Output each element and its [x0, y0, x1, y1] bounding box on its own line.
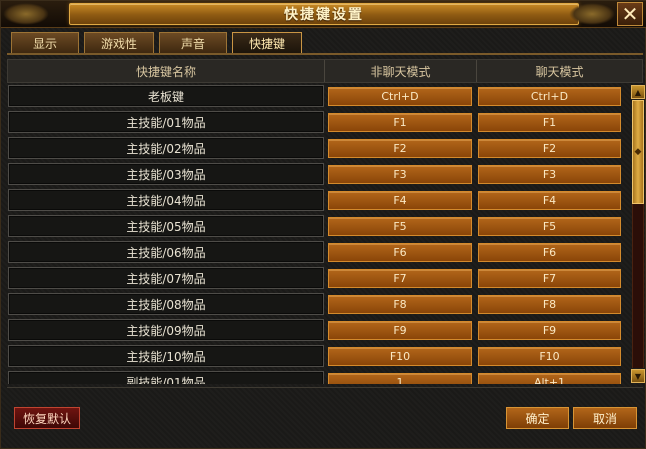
bottom-divider: [7, 387, 643, 388]
shortcut-name: 老板键: [8, 85, 324, 107]
cancel-button[interactable]: 取消: [573, 407, 637, 429]
chat-mode-key[interactable]: F9: [478, 321, 621, 340]
shortcut-name: 主技能/07物品: [8, 267, 324, 289]
chat-mode-key[interactable]: F6: [478, 243, 621, 262]
ok-button[interactable]: 确定: [506, 407, 569, 429]
table-row: 主技能/01物品 F1 F1: [7, 111, 627, 133]
table-row: 主技能/04物品 F4 F4: [7, 189, 627, 211]
shortcut-name: 主技能/02物品: [8, 137, 324, 159]
normal-mode-key[interactable]: F2: [328, 139, 472, 158]
normal-mode-key[interactable]: F1: [328, 113, 472, 132]
tab-gameplay[interactable]: 游戏性: [84, 32, 154, 53]
shortcut-name: 主技能/08物品: [8, 293, 324, 315]
normal-mode-key[interactable]: F4: [328, 191, 472, 210]
chat-mode-key[interactable]: F3: [478, 165, 621, 184]
arrow-up-icon: ▲: [634, 87, 642, 97]
shortcut-name: 主技能/06物品: [8, 241, 324, 263]
table-row: 主技能/03物品 F3 F3: [7, 163, 627, 185]
table-row: 主技能/09物品 F9 F9: [7, 319, 627, 341]
normal-mode-key[interactable]: F3: [328, 165, 472, 184]
chat-mode-key[interactable]: F4: [478, 191, 621, 210]
window-title: 快捷键设置: [284, 7, 364, 23]
table-header: 快捷键名称 非聊天模式 聊天模式: [7, 59, 643, 83]
normal-mode-key[interactable]: F6: [328, 243, 472, 262]
table-row: 老板键 Ctrl+D Ctrl+D: [7, 85, 627, 107]
normal-mode-key[interactable]: F10: [328, 347, 472, 366]
chat-mode-key[interactable]: F8: [478, 295, 621, 314]
header-name: 快捷键名称: [8, 60, 325, 82]
tab-sound[interactable]: 声音: [159, 32, 227, 53]
arrow-down-icon: ▼: [634, 371, 642, 381]
tab-label: 快捷键: [248, 36, 285, 51]
tab-shortcuts[interactable]: 快捷键: [232, 32, 302, 53]
chat-mode-key[interactable]: F5: [478, 217, 621, 236]
chat-mode-key[interactable]: F2: [478, 139, 621, 158]
shortcut-name: 主技能/09物品: [8, 319, 324, 341]
header-chat-mode: 聊天模式: [535, 64, 584, 79]
chat-mode-key[interactable]: Ctrl+D: [478, 87, 621, 106]
header-normal-mode: 非聊天模式: [325, 60, 477, 82]
close-icon: ✕: [621, 2, 639, 26]
shortcut-name: 主技能/01物品: [8, 111, 324, 133]
tab-display[interactable]: 显示: [11, 32, 79, 53]
chat-mode-key[interactable]: F10: [478, 347, 621, 366]
shortcut-name: 主技能/10物品: [8, 345, 324, 367]
scrollbar-thumb[interactable]: ◆: [632, 100, 644, 204]
shortcut-name: 主技能/04物品: [8, 189, 324, 211]
normal-mode-key[interactable]: F8: [328, 295, 472, 314]
grip-icon: ◆: [634, 146, 642, 157]
table-row: 主技能/08物品 F8 F8: [7, 293, 627, 315]
tab-label: 游戏性: [100, 36, 137, 51]
chat-mode-key[interactable]: F7: [478, 269, 621, 288]
tab-divider: [7, 53, 643, 55]
shortcut-list: 老板键 Ctrl+D Ctrl+D 主技能/01物品 F1 F1 主技能/02物…: [7, 85, 627, 384]
normal-mode-key[interactable]: Ctrl+D: [328, 87, 472, 106]
tab-bar: 显示 游戏性 声音 快捷键: [11, 32, 302, 53]
scroll-down-button[interactable]: ▼: [631, 369, 645, 383]
tab-label: 显示: [32, 36, 57, 51]
shortcut-name: 主技能/03物品: [8, 163, 324, 185]
table-row: 主技能/07物品 F7 F7: [7, 267, 627, 289]
table-row: 主技能/06物品 F6 F6: [7, 241, 627, 263]
shortcut-settings-window: 快捷键设置 ✕ 显示 游戏性 声音 快捷键 快捷键名称 非聊天模式 聊天模式 老…: [0, 0, 646, 449]
chat-mode-key[interactable]: Alt+1: [478, 373, 621, 384]
restore-defaults-button[interactable]: 恢复默认: [14, 407, 80, 429]
table-row: 副技能/01物品 1 Alt+1: [7, 371, 627, 384]
table-row: 主技能/02物品 F2 F2: [7, 137, 627, 159]
title-ornament-right: [569, 3, 615, 25]
shortcut-name: 主技能/05物品: [8, 215, 324, 237]
title-plate: 快捷键设置: [69, 3, 579, 25]
tab-label: 声音: [180, 36, 205, 51]
scroll-up-button[interactable]: ▲: [631, 85, 645, 99]
title-bar: 快捷键设置 ✕: [1, 1, 646, 28]
normal-mode-key[interactable]: F5: [328, 217, 472, 236]
shortcut-name: 副技能/01物品: [8, 371, 324, 384]
close-button[interactable]: ✕: [617, 2, 643, 26]
chat-mode-key[interactable]: F1: [478, 113, 621, 132]
normal-mode-key[interactable]: F7: [328, 269, 472, 288]
normal-mode-key[interactable]: 1: [328, 373, 472, 384]
table-row: 主技能/10物品 F10 F10: [7, 345, 627, 367]
title-ornament-left: [3, 3, 49, 25]
table-row: 主技能/05物品 F5 F5: [7, 215, 627, 237]
normal-mode-key[interactable]: F9: [328, 321, 472, 340]
